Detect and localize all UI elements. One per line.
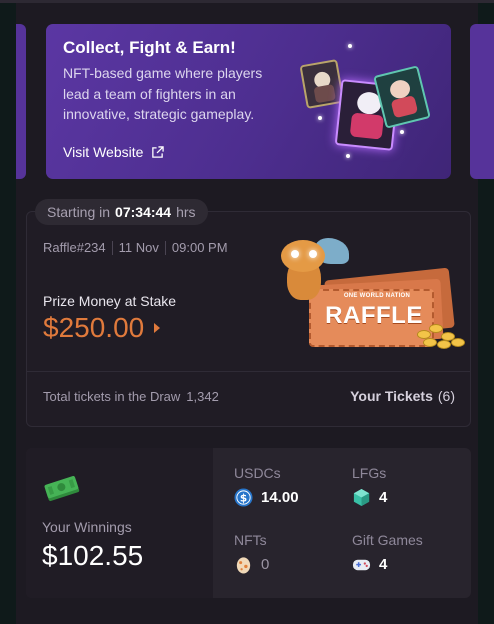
winnings-value: $102.55: [42, 540, 144, 571]
total-tickets-value: 1,342: [186, 389, 219, 404]
sparkle: [348, 44, 352, 48]
egg-icon: [236, 557, 251, 574]
mascot-head: [281, 240, 325, 272]
prize-label: Prize Money at Stake: [43, 293, 177, 309]
stat-usdc: USDCs $ 14.00: [234, 465, 299, 507]
lfg-gem-icon: [353, 488, 370, 507]
external-link-icon: [152, 145, 165, 158]
svg-text:$: $: [240, 492, 247, 504]
stat-gift-games-row: 4: [352, 555, 423, 574]
coin: [423, 338, 437, 347]
raffle-date: 11 Nov: [118, 240, 159, 255]
raffle-time: 09:00 PM: [171, 240, 228, 255]
winnings-label: Your Winnings: [42, 519, 132, 535]
your-tickets-count: (6): [437, 388, 455, 404]
prize-value: $250.00: [43, 312, 145, 343]
carousel-prev-card[interactable]: [16, 24, 26, 179]
carousel-next-card[interactable]: [470, 24, 494, 179]
sparkle: [400, 130, 404, 134]
stat-usdc-row: $ 14.00: [234, 488, 299, 507]
stat-nft-row: 0: [234, 555, 269, 574]
coin: [437, 340, 451, 349]
countdown-timer: 07:34:44: [115, 204, 172, 220]
stat-usdc-label: USDCs: [234, 465, 281, 481]
stat-nft-value: 0: [261, 556, 270, 573]
stat-lfg-row: 4: [352, 488, 387, 507]
raffle-id: Raffle#234: [43, 240, 106, 255]
game-banner[interactable]: Collect, Fight & Earn! NFT-based game wh…: [46, 24, 451, 179]
visit-website-link[interactable]: Visit Website: [63, 144, 165, 160]
your-tickets-label: Your Tickets: [350, 388, 433, 404]
usdc-coin-icon: $: [234, 488, 253, 507]
stat-gift-games: Gift Games 4: [352, 532, 423, 574]
winnings-summary: Your Winnings $102.55: [26, 448, 213, 598]
stat-nft: NFTs 0: [234, 532, 269, 574]
stat-lfg: LFGs 4: [352, 465, 387, 507]
stat-nft-label: NFTs: [234, 532, 267, 548]
raffle-meta: Raffle#234 11 Nov 09:00 PM: [43, 240, 228, 255]
fighter-cards-art: [296, 44, 446, 177]
mascot-eye: [291, 250, 299, 258]
winnings-card: Your Winnings $102.55 USDCs $ 14.00 LFGs…: [26, 448, 471, 598]
banner-title: Collect, Fight & Earn!: [63, 38, 236, 57]
prize-details-link[interactable]: $250.00: [43, 312, 161, 344]
stat-usdc-value: 14.00: [261, 489, 299, 506]
gamepad-icon: [352, 559, 371, 571]
total-tickets-label: Total tickets in the Draw: [43, 389, 181, 404]
fighter-card: [299, 59, 345, 109]
meta-separator: [164, 240, 166, 255]
sparkle: [318, 116, 322, 120]
raffle-art: ONE WORLD NATION RAFFLE: [267, 234, 467, 349]
countdown-prefix: Starting in: [47, 204, 111, 220]
stat-lfg-value: 4: [379, 489, 388, 506]
raffle-card[interactable]: Raffle#234 11 Nov 09:00 PM Prize Money a…: [26, 211, 471, 427]
coin: [429, 324, 443, 333]
caret-right-icon: [154, 323, 161, 333]
raffle-art-subtitle: ONE WORLD NATION: [343, 293, 411, 299]
countdown-badge: Starting in 07:34:44 hrs: [35, 199, 208, 225]
stat-lfg-label: LFGs: [352, 465, 387, 481]
your-tickets-button[interactable]: Your Tickets (6): [350, 388, 455, 404]
coin: [451, 338, 465, 347]
total-tickets: Total tickets in the Draw 1,342: [43, 389, 219, 404]
mascot-eye: [309, 250, 317, 258]
top-divider: [0, 0, 494, 3]
visit-website-label: Visit Website: [63, 144, 144, 160]
banner-description: NFT-based game where players lead a team…: [63, 65, 263, 122]
meta-separator: [111, 240, 113, 255]
stat-gift-games-label: Gift Games: [352, 532, 423, 548]
cash-icon: [44, 476, 80, 502]
raffle-divider: [27, 371, 470, 372]
stat-gift-games-value: 4: [379, 556, 388, 573]
sparkle: [346, 154, 350, 158]
countdown-unit: hrs: [176, 204, 196, 220]
raffle-art-title: RAFFLE: [325, 302, 423, 329]
